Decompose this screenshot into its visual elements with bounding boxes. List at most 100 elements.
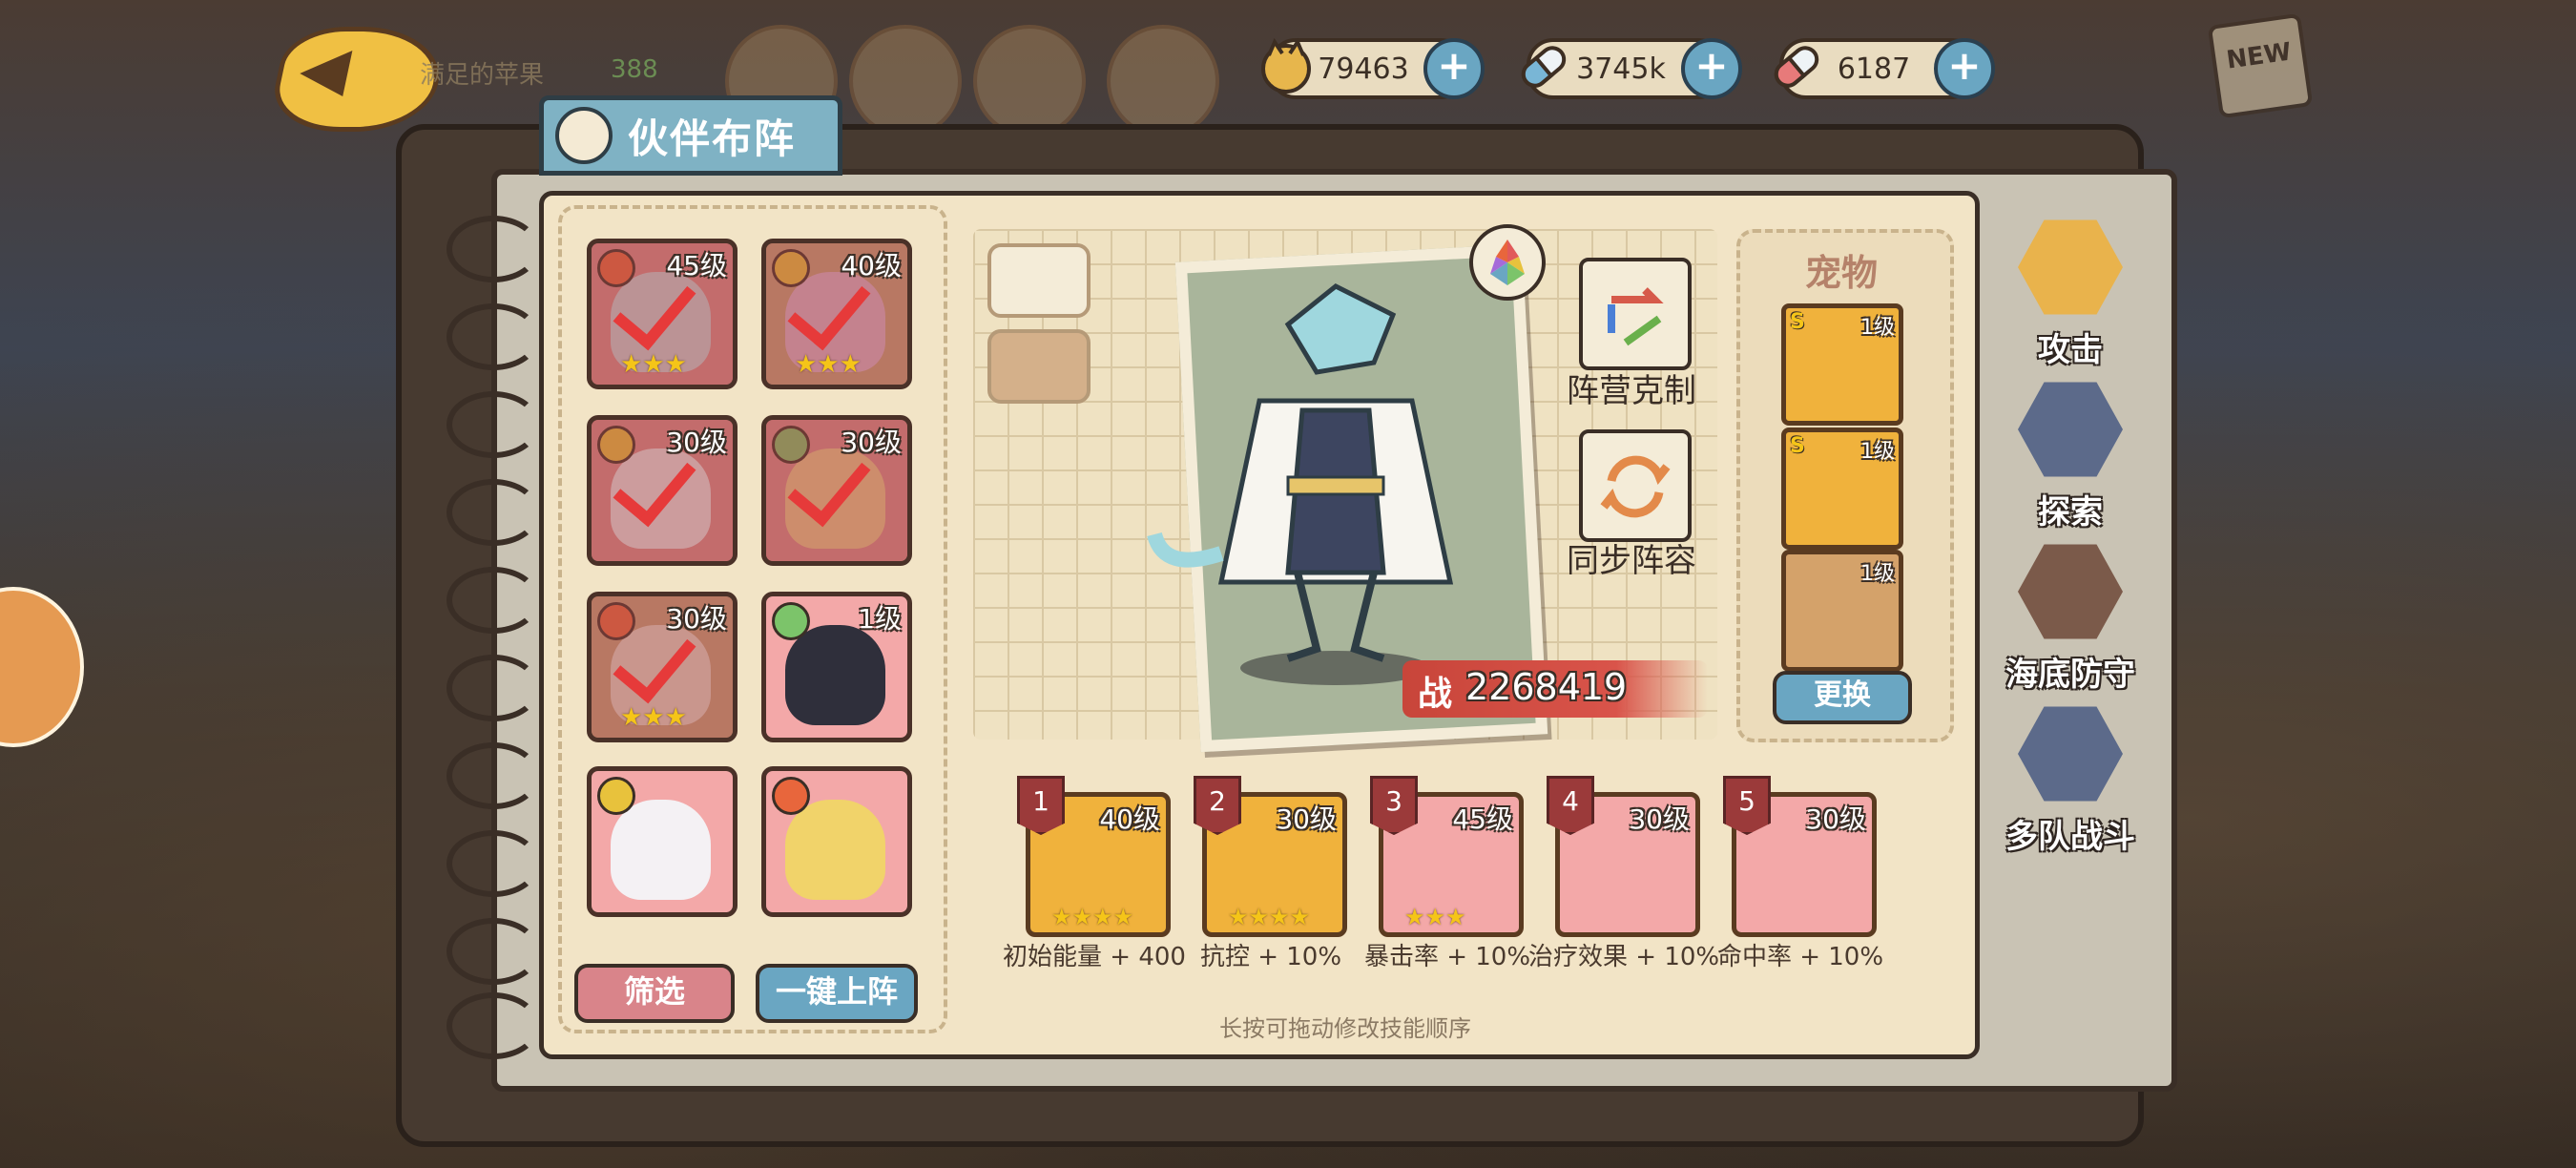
player-extra: 388: [611, 55, 658, 84]
skill-slot[interactable]: 2 ★★★★ 30级: [1194, 776, 1347, 937]
element-gem-icon[interactable]: [1469, 224, 1546, 301]
slot-bonus: 暴击率 + 10%: [1363, 943, 1531, 971]
slot-bonus: 命中率 + 10%: [1716, 943, 1884, 971]
hero-card[interactable]: ★★★ 40级: [761, 239, 912, 389]
hero-stars: ★★★: [620, 350, 687, 379]
slot-level: 30级: [1629, 803, 1690, 835]
panel-title-tab: 伙伴布阵: [539, 95, 842, 176]
tab-explore[interactable]: 探索: [2004, 377, 2137, 532]
tab-attack[interactable]: 攻击: [2004, 215, 2137, 370]
filter-button[interactable]: 筛选: [574, 964, 735, 1023]
hero-level: 30级: [841, 427, 902, 458]
slot-level: 30级: [1276, 803, 1337, 835]
slot-level: 40级: [1099, 803, 1160, 835]
pet-card[interactable]: S 1级: [1781, 428, 1903, 550]
blue-capsule-icon: [1521, 46, 1567, 88]
slot-stars: ★★★: [1404, 904, 1466, 930]
fire-element-icon: [772, 777, 810, 815]
combat-power-bar: 战 2268419: [1402, 660, 1708, 718]
new-badge-label: NEW: [2224, 37, 2294, 75]
binder-ring: [447, 830, 540, 897]
binder-ring: [447, 391, 540, 458]
player-name: 满足的苹果: [420, 61, 545, 90]
formation-type-icon[interactable]: [987, 243, 1091, 318]
sync-team-button[interactable]: [1579, 429, 1692, 542]
binder-ring: [447, 479, 540, 546]
tab-sea-defense-label: 海底防守: [2005, 656, 2135, 694]
skill-slot[interactable]: 5 30级: [1723, 776, 1877, 937]
hero-card[interactable]: 30级: [761, 415, 912, 566]
menu-icon-3: [973, 25, 1086, 137]
multi-team-icon: [2018, 706, 2123, 802]
binder-ring: [447, 992, 540, 1059]
hero-level: 40级: [841, 250, 902, 282]
hero-stars: ★★★: [620, 703, 687, 732]
slot-bonus: 治疗效果 + 10%: [1528, 943, 1720, 971]
hero-card[interactable]: ★★★ 30级: [587, 592, 737, 742]
slot-order: 4: [1547, 776, 1594, 835]
pet-card[interactable]: 1级: [1781, 550, 1903, 672]
slot-order: 3: [1370, 776, 1418, 835]
panel-title: 伙伴布阵: [628, 115, 797, 162]
dragon-hero-figure[interactable]: [1145, 267, 1527, 697]
binder-ring: [447, 216, 540, 282]
hero-card[interactable]: 1级: [761, 592, 912, 742]
slot-level: 45级: [1452, 803, 1513, 835]
hero-level: 1级: [858, 603, 902, 635]
hero-portrait: [785, 625, 885, 725]
cat-coin-icon: [1261, 37, 1311, 94]
sync-team-label: 同步阵容: [1567, 542, 1696, 580]
hero-level: 30级: [666, 427, 727, 458]
wind-element-icon: [772, 602, 810, 640]
formation-type-icon-alt[interactable]: [987, 329, 1091, 404]
pet-rank: S: [1790, 310, 1805, 334]
hero-portrait: [611, 800, 711, 900]
add-blue-capsule-button[interactable]: +: [1681, 38, 1742, 99]
faction-counter-label: 阵营克制: [1567, 372, 1696, 410]
hero-level: 45级: [666, 250, 727, 282]
skill-slot[interactable]: 3 ★★★ 45级: [1370, 776, 1524, 937]
hero-card[interactable]: ★★★ 45级: [587, 239, 737, 389]
sea-defense-icon: [2018, 544, 2123, 639]
replace-pet-button[interactable]: 更换: [1773, 671, 1912, 724]
hero-card[interactable]: [761, 766, 912, 917]
tab-multi-team-label: 多队战斗: [2005, 818, 2135, 856]
slot-level: 30级: [1805, 803, 1866, 835]
add-coin-button[interactable]: +: [1423, 38, 1485, 99]
tab-sea-defense[interactable]: 海底防守: [2004, 539, 2137, 695]
tab-multi-team[interactable]: 多队战斗: [2004, 701, 2137, 857]
hero-card[interactable]: 30级: [587, 415, 737, 566]
combat-power-label: 战: [1418, 675, 1453, 714]
pet-level: 1级: [1860, 316, 1895, 340]
coin-counter: 79463 +: [1261, 37, 1485, 99]
sync-arrows-icon: [1600, 455, 1671, 518]
binder-ring: [447, 303, 540, 370]
binder-ring: [447, 567, 540, 634]
hero-portrait: [785, 800, 885, 900]
pet-level: 1级: [1860, 562, 1895, 586]
thunder-element-icon: [597, 777, 635, 815]
pet-card[interactable]: S 1级: [1781, 303, 1903, 426]
skill-slot[interactable]: 1 ★★★★ 40级: [1017, 776, 1171, 937]
drag-hint: 长按可拖动修改技能顺序: [1219, 1015, 1471, 1042]
slot-order: 1: [1017, 776, 1065, 835]
blue-capsule-counter: 3745k +: [1521, 38, 1742, 99]
menu-icon-2: [849, 25, 962, 137]
sword-icon: [2018, 219, 2123, 315]
binder-ring: [447, 918, 540, 985]
auto-deploy-button[interactable]: 一键上阵: [756, 964, 918, 1023]
pet-level: 1级: [1860, 440, 1895, 464]
slot-bonus: 抗控 + 10%: [1199, 943, 1342, 971]
slot-stars: ★★★★: [1051, 904, 1134, 930]
new-badge[interactable]: NEW: [2207, 12, 2314, 119]
pet-title: 宠物: [1804, 252, 1878, 294]
slot-order: 5: [1723, 776, 1771, 835]
faction-counter-button[interactable]: [1579, 258, 1692, 370]
slot-order: 2: [1194, 776, 1241, 835]
hero-stars: ★★★: [795, 350, 862, 379]
hero-card[interactable]: [587, 766, 737, 917]
skill-slot[interactable]: 4 30级: [1547, 776, 1700, 937]
add-red-capsule-button[interactable]: +: [1934, 38, 1995, 99]
pet-rank: S: [1790, 434, 1805, 458]
explore-icon: [2018, 382, 2123, 477]
